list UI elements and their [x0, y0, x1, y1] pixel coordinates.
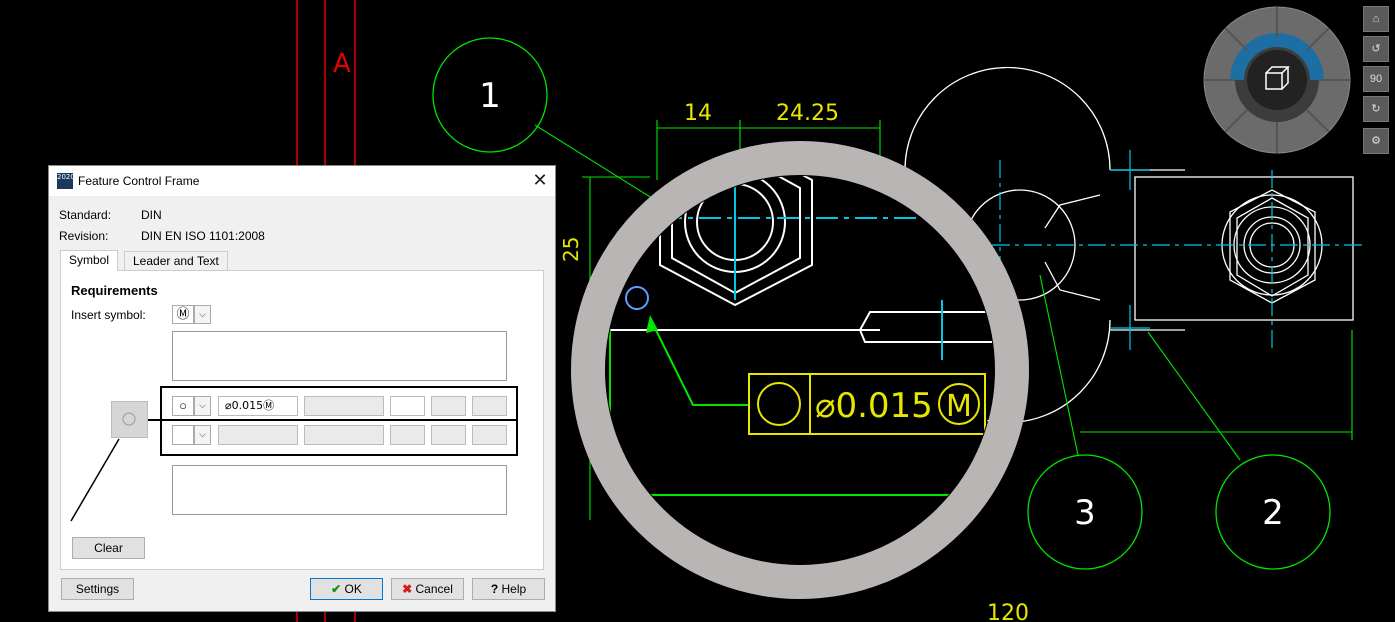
dimension-120: 120	[987, 601, 1029, 622]
ok-label: OK	[344, 582, 362, 596]
standard-value: DIN	[141, 208, 162, 222]
frame-divider	[160, 419, 518, 421]
circle-symbol-icon	[122, 412, 136, 426]
row1-symbol-dropdown-arrow[interactable]: ⌵	[194, 396, 211, 416]
balloon-2[interactable]: 2	[1215, 454, 1331, 570]
leader-line-preview	[70, 438, 120, 522]
svg-text:1: 1	[479, 76, 501, 116]
symbol-tab-panel: Requirements Insert symbol: Ⓜ ⌵ ○ ⌵ ⌀0.0…	[60, 270, 544, 570]
row2-datum-2[interactable]	[431, 425, 466, 445]
help-label: Help	[501, 582, 527, 596]
close-button[interactable]: ✕	[525, 166, 555, 196]
cancel-label: Cancel	[415, 582, 453, 596]
text-below-field[interactable]	[172, 465, 507, 515]
magnified-modifier-text: M	[946, 389, 972, 424]
magnifier-lens: ⌀0.015 M	[571, 141, 1029, 599]
cancel-button[interactable]: ✖ Cancel	[391, 578, 464, 600]
rotate-90-icon[interactable]: 90	[1363, 66, 1389, 92]
leader-attachment-preview[interactable]	[111, 401, 148, 438]
balloon-3[interactable]: 3	[1027, 454, 1143, 570]
magnified-tolerance-text: ⌀0.015	[815, 386, 933, 426]
revision-value: DIN EN ISO 1101:2008	[141, 229, 265, 243]
tab-symbol[interactable]: Symbol	[60, 250, 119, 271]
row2-field-2[interactable]	[304, 425, 384, 445]
row2-datum-3[interactable]	[472, 425, 507, 445]
insert-symbol-value[interactable]: Ⓜ	[172, 305, 194, 324]
help-button[interactable]: ? Help	[472, 578, 545, 600]
ok-button[interactable]: ✔ OK	[310, 578, 383, 600]
row1-datum-3[interactable]	[472, 396, 507, 416]
app-icon: 2020	[57, 173, 75, 189]
text-above-field[interactable]	[172, 331, 507, 381]
row1-datum-1[interactable]	[390, 396, 425, 416]
row1-field-2[interactable]	[304, 396, 384, 416]
insert-symbol-label: Insert symbol:	[71, 308, 146, 322]
svg-text:2: 2	[1262, 493, 1284, 533]
rotate-right-icon[interactable]: ↻	[1363, 96, 1389, 122]
settings-button[interactable]: Settings	[61, 578, 134, 600]
gear-icon[interactable]: ⚙	[1363, 128, 1389, 154]
leader-connector	[148, 419, 160, 421]
row1-datum-2[interactable]	[431, 396, 466, 416]
dimension-24-25: 24.25	[776, 101, 839, 126]
revision-label: Revision:	[59, 229, 109, 243]
feature-control-frame-dialog: 2020 Feature Control Frame ✕ Standard: D…	[48, 165, 556, 612]
row2-tolerance-input[interactable]	[218, 425, 298, 445]
row1-symbol-select[interactable]: ○	[172, 396, 194, 416]
cross-icon: ✖	[402, 582, 413, 596]
rotate-left-icon[interactable]: ↺	[1363, 36, 1389, 62]
navigation-wheel[interactable]	[1203, 6, 1351, 154]
home-icon[interactable]: ⌂	[1363, 6, 1389, 32]
dimension-14: 14	[684, 101, 712, 126]
dialog-title: Feature Control Frame	[78, 174, 200, 188]
dialog-titlebar[interactable]: 2020 Feature Control Frame ✕	[49, 166, 555, 196]
row2-datum-1[interactable]	[390, 425, 425, 445]
row1-tolerance-input[interactable]: ⌀0.015Ⓜ	[218, 396, 298, 416]
section-label: A	[333, 49, 351, 79]
balloon-1[interactable]: 1	[432, 37, 548, 153]
checkmark-icon: ✔	[331, 582, 342, 596]
tab-leader-and-text[interactable]: Leader and Text	[124, 251, 228, 271]
clear-button[interactable]: Clear	[72, 537, 145, 559]
row2-symbol-select[interactable]	[172, 425, 194, 445]
dimension-25: 25	[559, 237, 583, 262]
insert-symbol-dropdown-arrow[interactable]: ⌵	[194, 305, 211, 324]
row2-symbol-dropdown-arrow[interactable]: ⌵	[194, 425, 211, 445]
requirements-heading: Requirements	[71, 283, 158, 298]
standard-label: Standard:	[59, 208, 112, 222]
svg-text:3: 3	[1074, 493, 1096, 533]
question-icon: ?	[490, 582, 499, 596]
